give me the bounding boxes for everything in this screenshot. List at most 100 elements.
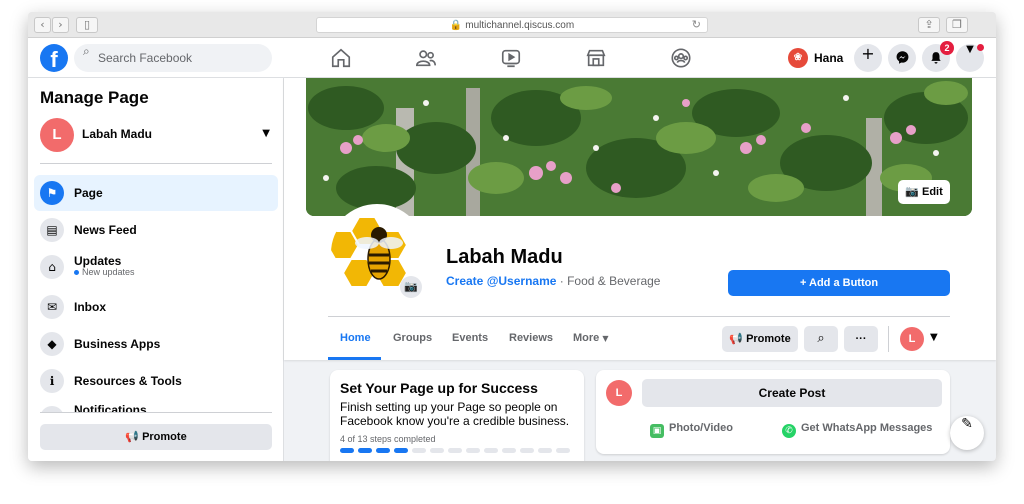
profile-button[interactable]: ❀ Hana: [784, 44, 853, 72]
profile-name: Hana: [814, 51, 844, 65]
sidebar-item-inbox[interactable]: ✉ Inbox: [34, 289, 278, 325]
account-menu-chevron-icon[interactable]: ▼: [956, 44, 984, 72]
sidebar-promote-button[interactable]: 📢 Promote: [40, 424, 272, 450]
edit-cover-button[interactable]: 📷 Edit: [898, 180, 950, 204]
friends-icon[interactable]: [415, 47, 437, 69]
cover-photo[interactable]: 📷 Edit: [306, 78, 972, 216]
edit-cover-label: Edit: [921, 186, 943, 198]
sidebar-toggle-icon[interactable]: ▯: [76, 17, 98, 33]
search-input[interactable]: ⌕ Search Facebook: [74, 44, 272, 72]
promote-label: Promote: [142, 431, 187, 443]
sidebar-item-updates[interactable]: ⌂ Updates New updates: [34, 249, 278, 285]
sidebar-item-label: News Feed: [74, 223, 137, 237]
sidebar-item-news-feed[interactable]: ▤ News Feed: [34, 212, 278, 248]
camera-icon: 📷: [905, 186, 922, 198]
search-placeholder: Search Facebook: [98, 51, 193, 65]
acting-as-avatar[interactable]: L: [900, 327, 924, 351]
sidebar-item-business-apps[interactable]: ◆ Business Apps: [34, 326, 278, 362]
caret-down-icon: ▼: [262, 128, 270, 139]
post-card-avatar: L: [606, 380, 632, 406]
progress-step: [556, 448, 570, 453]
setup-card: Set Your Page up for Success Finish sett…: [330, 370, 584, 461]
progress-step: [448, 448, 462, 453]
lock-icon: 🔒: [449, 20, 463, 31]
progress-step: [394, 448, 408, 453]
tab-home[interactable]: Home: [340, 332, 371, 344]
tabs-divider: [328, 316, 950, 317]
promote-button[interactable]: 📢 Promote: [722, 326, 798, 352]
address-bar[interactable]: 🔒 multichannel.qiscus.com ↻: [316, 17, 708, 33]
sidebar-item-label: Business Apps: [74, 337, 161, 351]
progress-step: [430, 448, 444, 453]
progress-step: [520, 448, 534, 453]
messenger-icon[interactable]: [888, 44, 916, 72]
progress-step: [484, 448, 498, 453]
progress-step: [358, 448, 372, 453]
tab-groups[interactable]: Groups: [393, 332, 432, 344]
search-page-icon[interactable]: ⌕: [804, 326, 838, 352]
photo-video-button[interactable]: ▣ Photo/Video: [650, 422, 733, 438]
tab-events[interactable]: Events: [452, 332, 488, 344]
sidebar-item-label: Page: [74, 186, 103, 200]
sidebar-item-label: Notifications: [74, 403, 147, 412]
create-username-link[interactable]: Create @Username: [446, 274, 556, 288]
flag-icon: ⚑: [40, 181, 64, 205]
setup-card-description: Finish setting up your Page so people on…: [340, 400, 570, 428]
sidebar-item-page[interactable]: ⚑ Page: [34, 175, 278, 211]
sidebar-item-notifications[interactable]: ♪ Notifications: [34, 400, 278, 412]
facebook-logo-icon[interactable]: f: [40, 44, 68, 72]
whatsapp-button[interactable]: ✆ Get WhatsApp Messages: [782, 422, 932, 438]
new-message-compose-icon[interactable]: ✎: [950, 416, 984, 450]
marketplace-icon[interactable]: [585, 47, 607, 69]
caret-down-icon[interactable]: ▼: [930, 332, 938, 343]
progress-step: [538, 448, 552, 453]
browser-window: ‹ › ▯ 🔒 multichannel.qiscus.com ↻ ⇪ ❐ f ⌕…: [28, 12, 996, 461]
back-button[interactable]: ‹: [34, 17, 51, 33]
whatsapp-label: Get WhatsApp Messages: [801, 422, 933, 434]
update-photo-camera-icon[interactable]: 📷: [400, 276, 422, 298]
progress-step: [340, 448, 354, 453]
tab-reviews[interactable]: Reviews: [509, 332, 553, 344]
profile-avatar: ❀: [788, 48, 808, 68]
share-icon[interactable]: ⇪: [918, 17, 940, 33]
watch-icon[interactable]: [500, 47, 522, 69]
megaphone-icon: 📢: [729, 333, 747, 345]
setup-progress-steps: [340, 448, 576, 454]
page-selector-name: Labah Madu: [82, 127, 153, 141]
progress-step: [502, 448, 516, 453]
sidebar-divider: [40, 412, 272, 413]
sidebar-item-resources-tools[interactable]: ℹ Resources & Tools: [34, 363, 278, 399]
reload-icon[interactable]: ↻: [692, 18, 701, 31]
toolbar-separator: [888, 326, 889, 352]
promote-button-label: Promote: [746, 333, 791, 345]
plus-icon: +: [799, 277, 810, 289]
more-options-button[interactable]: ···: [844, 326, 878, 352]
setup-progress-text: 4 of 13 steps completed: [340, 434, 436, 444]
whatsapp-icon: ✆: [782, 424, 796, 438]
manage-page-sidebar: Manage Page L Labah Madu ▼ ⚑ Page ▤ News…: [28, 78, 284, 461]
page-meta: Create @Username · Food & Beverage: [446, 274, 660, 288]
create-post-card: L Create Post ▣ Photo/Video ✆ Get WhatsApp…: [596, 370, 950, 454]
create-plus-icon[interactable]: +: [854, 44, 882, 72]
sidebar-item-label: Inbox: [74, 300, 106, 314]
cube-icon: ◆: [40, 332, 64, 356]
account-alert-dot: [977, 44, 984, 51]
notifications-bell-icon[interactable]: 2: [922, 41, 954, 72]
tabs-icon[interactable]: ❐: [946, 17, 968, 33]
add-a-button[interactable]: + Add a Button: [728, 270, 950, 296]
notification-badge: 2: [940, 41, 954, 55]
tab-more[interactable]: More ▼: [573, 332, 609, 344]
home-icon[interactable]: [330, 47, 352, 69]
active-tab-indicator: [328, 357, 381, 360]
forward-button[interactable]: ›: [52, 17, 69, 33]
sidebar-item-label: Updates: [74, 254, 122, 268]
groups-icon[interactable]: [670, 47, 692, 69]
create-post-button[interactable]: Create Post: [642, 379, 942, 407]
caret-down-icon: ▼: [602, 334, 609, 343]
new-updates-dot: [74, 270, 79, 275]
sidebar-divider: [40, 163, 272, 164]
sidebar-item-sublabel: New updates: [82, 267, 135, 277]
page-selector[interactable]: L Labah Madu ▼: [40, 118, 272, 152]
progress-step: [376, 448, 390, 453]
inbox-icon: ✉: [40, 295, 64, 319]
